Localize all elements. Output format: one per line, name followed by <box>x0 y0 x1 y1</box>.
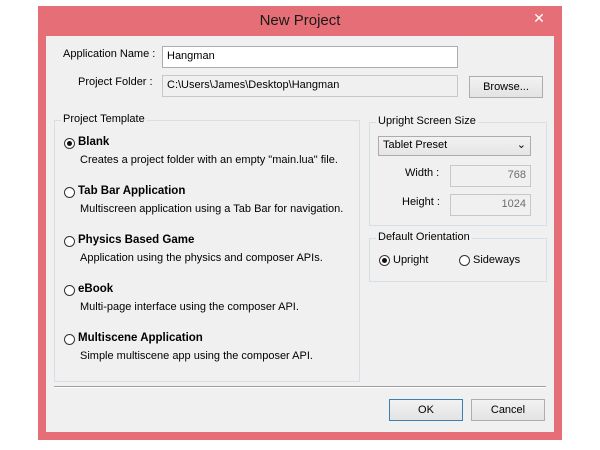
template-title: Physics Based Game <box>78 234 195 246</box>
cancel-button[interactable]: Cancel <box>471 399 545 421</box>
template-description: Multi-page interface using the composer … <box>80 301 299 313</box>
radio-physics[interactable] <box>64 236 75 247</box>
width-field[interactable]: 768 <box>450 165 531 187</box>
project-folder-label: Project Folder : <box>78 76 153 88</box>
template-description: Multiscreen application using a Tab Bar … <box>80 203 344 215</box>
sideways-label: Sideways <box>473 254 521 266</box>
height-field[interactable]: 1024 <box>450 194 531 216</box>
screen-size-legend: Upright Screen Size <box>376 115 478 127</box>
dialog-title: New Project <box>259 12 341 29</box>
template-title: eBook <box>78 283 114 295</box>
radio-blank[interactable] <box>64 138 75 149</box>
template-title: Tab Bar Application <box>78 185 186 197</box>
radio-multiscene[interactable] <box>64 334 75 345</box>
radio-sideways[interactable] <box>459 255 470 266</box>
ok-button[interactable]: OK <box>389 399 463 421</box>
project-folder-field[interactable]: C:\Users\James\Desktop\Hangman <box>162 75 458 97</box>
upright-label: Upright <box>393 254 429 266</box>
template-title: Multiscene Application <box>78 332 203 344</box>
screen-preset-value: Tablet Preset <box>383 139 448 151</box>
template-description: Creates a project folder with an empty "… <box>80 154 338 166</box>
close-button[interactable]: ✕ <box>524 9 554 27</box>
chevron-down-icon: ⌄ <box>516 139 526 151</box>
browse-button[interactable]: Browse... <box>469 76 543 98</box>
app-name-label: Application Name : <box>63 48 156 60</box>
template-description: Application using the physics and compos… <box>80 252 323 264</box>
radio-tab-bar[interactable] <box>64 187 75 198</box>
template-title: Blank <box>78 136 110 148</box>
radio-ebook[interactable] <box>64 285 75 296</box>
width-label: Width : <box>405 167 440 179</box>
close-icon: ✕ <box>533 10 545 26</box>
footer-separator <box>54 386 546 388</box>
dialog-body: Application Name : Hangman Project Folde… <box>46 36 554 432</box>
app-name-input[interactable]: Hangman <box>162 46 458 68</box>
title-bar[interactable]: New Project ✕ <box>38 6 562 36</box>
new-project-dialog: New Project ✕ Application Name : Hangman… <box>38 6 562 440</box>
radio-upright[interactable] <box>379 255 390 266</box>
screen-preset-select[interactable]: Tablet Preset ⌄ <box>378 136 531 156</box>
orientation-legend: Default Orientation <box>376 231 472 243</box>
height-label: Height : <box>402 196 440 208</box>
template-description: Simple multiscene app using the composer… <box>80 350 313 362</box>
project-template-legend: Project Template <box>61 113 147 125</box>
